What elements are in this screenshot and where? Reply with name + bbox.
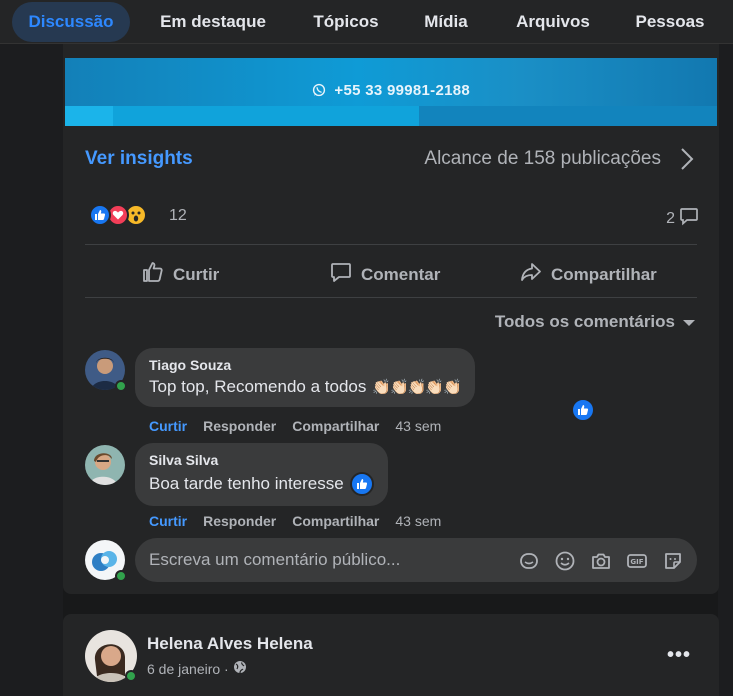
share-button-label: Compartilhar xyxy=(551,264,657,284)
comment-bubble: Tiago Souza Top top, Recomendo a todos 👏… xyxy=(135,348,475,407)
next-post-card: Helena Alves Helena 6 de janeiro · ••• xyxy=(63,614,719,696)
insights-row: Ver insights Alcance de 158 publicações xyxy=(63,142,719,178)
post-author[interactable]: Helena Alves Helena xyxy=(147,634,313,654)
whatsapp-icon xyxy=(312,83,326,101)
comment-timestamp[interactable]: 43 sem xyxy=(395,418,441,434)
write-comment-row: Escreva um comentário público... GIF xyxy=(85,538,697,586)
comment-count-value: 2 xyxy=(666,209,675,227)
comment-item: Tiago Souza Top top, Recomendo a todos 👏… xyxy=(85,348,705,434)
tab-discussao[interactable]: Discussão xyxy=(12,2,130,42)
post-card: +55 33 99981-2188 Ver insights Alcance d… xyxy=(63,44,719,594)
avatar[interactable] xyxy=(85,445,125,485)
reach-text[interactable]: Alcance de 158 publicações xyxy=(424,148,661,170)
online-status-dot xyxy=(125,670,137,682)
gif-icon[interactable]: GIF xyxy=(625,549,649,573)
comment-reply-link[interactable]: Responder xyxy=(203,513,276,529)
banner-phone-number: +55 33 99981-2188 xyxy=(334,82,471,99)
comment-input[interactable]: Escreva um comentário público... GIF xyxy=(135,538,697,582)
comment-sort-label: Todos os comentários xyxy=(494,312,675,331)
banner-phone-line: +55 33 99981-2188 xyxy=(65,82,717,101)
comment-like-link[interactable]: Curtir xyxy=(149,513,187,529)
group-tab-bar: Discussão Em destaque Tópicos Mídia Arqu… xyxy=(0,0,733,44)
tab-arquivos[interactable]: Arquivos xyxy=(506,2,600,42)
comment-share-link[interactable]: Compartilhar xyxy=(292,513,379,529)
comment-like-link[interactable]: Curtir xyxy=(149,418,187,434)
comment-share-link[interactable]: Compartilhar xyxy=(292,418,379,434)
comment-like-badge-icon[interactable] xyxy=(349,472,374,496)
comment-author[interactable]: Silva Silva xyxy=(149,452,374,468)
camera-icon[interactable] xyxy=(589,549,613,573)
ver-insights-link[interactable]: Ver insights xyxy=(85,148,193,170)
divider xyxy=(85,244,697,245)
comment-button[interactable]: Comentar xyxy=(329,260,440,289)
reaction-icons[interactable] xyxy=(89,204,147,226)
comment-input-placeholder: Escreva um comentário público... xyxy=(149,550,401,569)
caret-down-icon xyxy=(683,312,695,332)
post-actions: Curtir Comentar Compartilhar xyxy=(63,252,719,292)
comment-item: Silva Silva Boa tarde tenho interesse Cu… xyxy=(85,443,705,529)
comment-timestamp[interactable]: 43 sem xyxy=(395,513,441,529)
right-gutter xyxy=(718,44,733,696)
clapping-hands-emoji: 👏🏻👏🏻👏🏻👏🏻👏🏻 xyxy=(372,379,461,396)
chevron-right-icon[interactable] xyxy=(679,146,695,177)
like-button[interactable]: Curtir xyxy=(141,260,219,289)
comment-text: Boa tarde tenho interesse xyxy=(149,472,374,496)
thumbs-up-icon xyxy=(141,260,165,289)
emoji-icon[interactable] xyxy=(553,549,577,573)
share-button[interactable]: Compartilhar xyxy=(519,260,657,289)
tab-midia[interactable]: Mídia xyxy=(410,2,482,42)
more-options-icon[interactable]: ••• xyxy=(667,644,691,667)
comment-bubble: Silva Silva Boa tarde tenho interesse xyxy=(135,443,388,506)
banner-color-strip xyxy=(65,106,717,126)
left-gutter xyxy=(0,44,63,696)
online-status-dot xyxy=(115,380,127,392)
svg-text:GIF: GIF xyxy=(630,558,643,566)
comment-text-body: Top top, Recomendo a todos xyxy=(149,377,367,396)
comment-actions: Curtir Responder Compartilhar 43 sem xyxy=(149,418,441,434)
comment-text: Top top, Recomendo a todos 👏🏻👏🏻👏🏻👏🏻👏🏻 xyxy=(149,377,462,397)
avatar-sticker-icon[interactable] xyxy=(517,549,541,573)
comment-icon xyxy=(329,260,353,289)
comment-button-label: Comentar xyxy=(361,264,441,284)
post-date-text[interactable]: 6 de janeiro · xyxy=(147,661,229,677)
post-date: 6 de janeiro · xyxy=(147,660,247,677)
comment-author[interactable]: Tiago Souza xyxy=(149,357,461,373)
sticker-icon[interactable] xyxy=(661,549,685,573)
comment-actions: Curtir Responder Compartilhar 43 sem xyxy=(149,513,441,529)
comment-like-badge-icon[interactable] xyxy=(571,398,595,422)
share-arrow-icon xyxy=(519,260,543,289)
online-status-dot xyxy=(115,570,127,582)
tab-topicos[interactable]: Tópicos xyxy=(300,2,392,42)
comment-bubble-icon xyxy=(679,206,699,231)
reactions-summary: 12 2 xyxy=(63,202,719,232)
tab-pessoas[interactable]: Pessoas xyxy=(624,2,716,42)
divider xyxy=(85,297,697,298)
comment-reply-link[interactable]: Responder xyxy=(203,418,276,434)
comment-count[interactable]: 2 xyxy=(666,206,699,231)
comment-text-body: Boa tarde tenho interesse xyxy=(149,474,344,493)
tab-em-destaque[interactable]: Em destaque xyxy=(150,2,276,42)
comment-input-tools: GIF xyxy=(517,549,685,573)
globe-icon xyxy=(233,660,247,677)
comment-sort-dropdown[interactable]: Todos os comentários xyxy=(495,312,695,332)
reaction-count[interactable]: 12 xyxy=(169,207,187,225)
like-reaction-icon xyxy=(89,204,111,226)
like-button-label: Curtir xyxy=(173,264,220,284)
